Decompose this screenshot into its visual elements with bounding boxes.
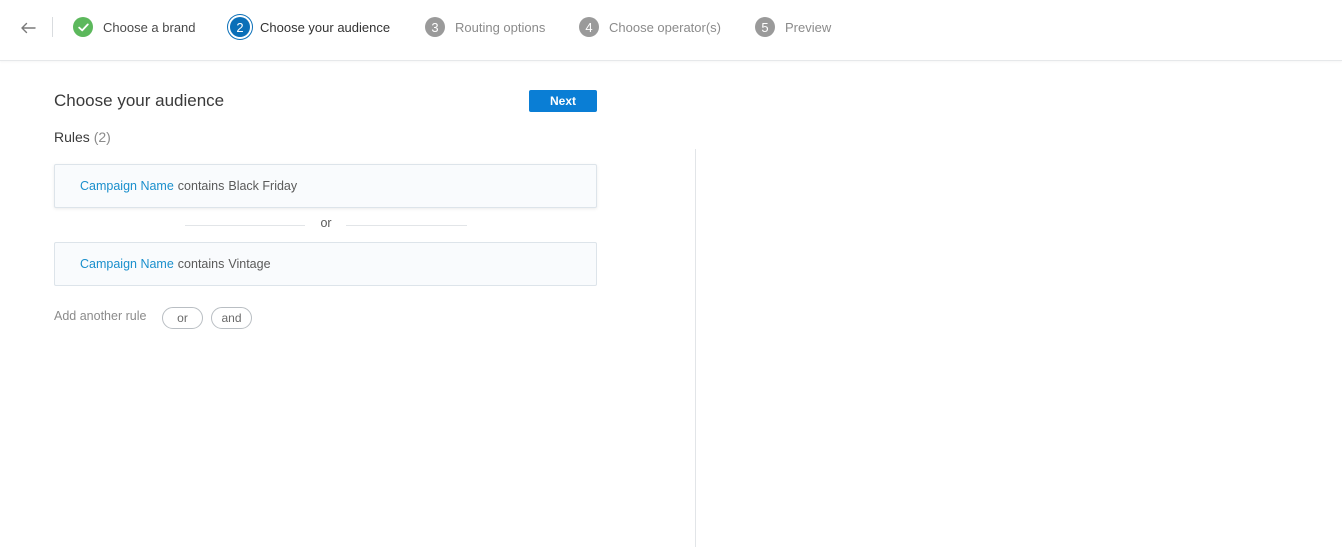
header-divider [52,17,53,37]
step-5-label: Preview [785,19,832,35]
rule-operator: contains [177,257,225,271]
step-1-indicator [73,17,93,37]
rule-separator-or: or [320,216,332,230]
next-button[interactable]: Next [529,90,597,112]
add-rule-label: Add another rule [54,309,147,323]
step-preview[interactable]: 5 Preview [755,16,831,38]
rules-count: (2) [93,129,111,145]
step-choose-brand[interactable]: Choose a brand [73,16,196,38]
rule-card[interactable]: Campaign Name contains Black Friday [54,164,597,208]
step-routing-options[interactable]: 3 Routing options [425,16,545,38]
rule-value: Black Friday [228,179,298,193]
rules-header: Rules (2) [54,129,111,145]
separator-line-left [185,225,305,226]
step-2-label: Choose your audience [260,19,391,35]
back-button[interactable] [17,17,39,39]
rule-operator: contains [177,179,225,193]
rules-label: Rules [54,129,90,145]
checkmark-icon [77,23,89,31]
step-4-indicator: 4 [579,17,599,37]
step-4-label: Choose operator(s) [609,19,721,35]
panel-divider [695,149,696,547]
rule-field: Campaign Name [80,179,174,193]
add-and-rule-button[interactable]: and [211,307,252,329]
step-2-indicator: 2 [230,17,250,37]
rule-value: Vintage [228,257,271,271]
arrow-left-icon [21,22,36,34]
separator-line-right [346,225,467,226]
step-choose-audience[interactable]: 2 Choose your audience [230,16,390,38]
step-1-label: Choose a brand [103,19,196,35]
add-or-rule-button[interactable]: or [162,307,203,329]
step-5-indicator: 5 [755,17,775,37]
rule-field: Campaign Name [80,257,174,271]
step-choose-operators[interactable]: 4 Choose operator(s) [579,16,721,38]
step-3-label: Routing options [455,19,546,35]
wizard-header: Choose a brand 2 Choose your audience 3 … [0,0,1342,61]
rule-card[interactable]: Campaign Name contains Vintage [54,242,597,286]
page-title: Choose your audience [54,91,225,110]
step-3-indicator: 3 [425,17,445,37]
